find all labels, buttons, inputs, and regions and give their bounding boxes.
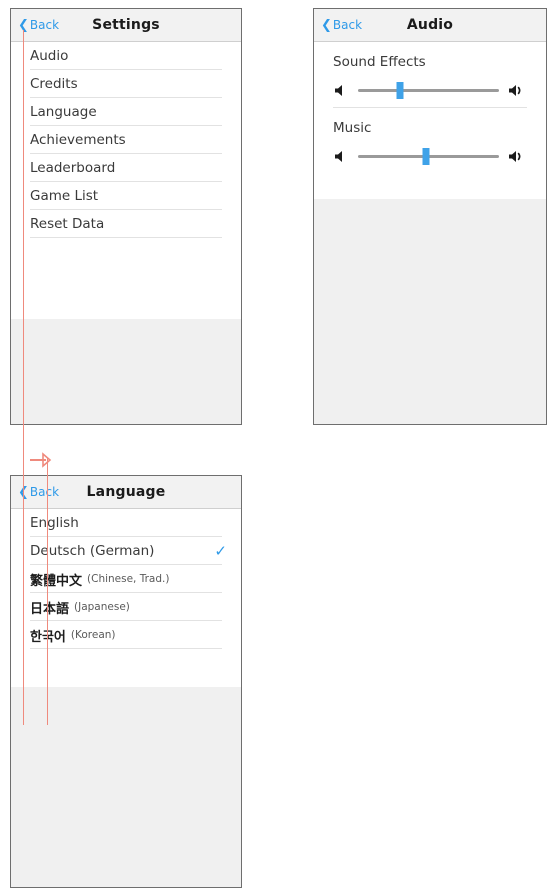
music-label: Music [333, 120, 372, 136]
settings-list: Audio Credits Language Achievements Lead… [11, 42, 241, 262]
sound-effects-group: Sound Effects [314, 42, 546, 108]
language-back-label: Back [29, 485, 60, 499]
flow-line-left [23, 30, 24, 725]
audio-empty-area [314, 199, 546, 424]
music-slider[interactable] [358, 148, 499, 165]
settings-item-language[interactable]: Language [11, 98, 241, 126]
sound-effects-slider-thumb[interactable] [396, 82, 404, 99]
language-item-sublabel: (Japanese) [74, 601, 130, 613]
settings-item-reset-data[interactable]: Reset Data [11, 210, 241, 238]
language-list: English Deutsch (German) ✓ 繁體中文 (Chinese… [11, 509, 241, 673]
settings-item-label: Leaderboard [30, 160, 116, 176]
sound-effects-label: Sound Effects [333, 54, 426, 70]
audio-navbar: ❮ Back Audio [314, 9, 546, 42]
settings-item-label: Game List [30, 188, 99, 204]
settings-item-achievements[interactable]: Achievements [11, 126, 241, 154]
language-item-japanese[interactable]: 日本語 (Japanese) [11, 593, 241, 621]
audio-controls-sheet: Sound Effects Music [314, 42, 546, 199]
language-item-label: 日本語 [30, 601, 70, 617]
flow-line-right [47, 458, 48, 725]
settings-item-label: Achievements [30, 132, 126, 148]
language-item-sublabel: (Chinese, Trad.) [87, 573, 170, 585]
settings-item-game-list[interactable]: Game List [11, 182, 241, 210]
audio-panel: ❮ Back Audio Sound Effects Music [313, 8, 547, 425]
music-slider-thumb[interactable] [422, 148, 430, 165]
settings-list-tail [11, 238, 241, 262]
speaker-high-icon [509, 85, 521, 96]
settings-item-audio[interactable]: Audio [11, 42, 241, 70]
language-item-german[interactable]: Deutsch (German) ✓ [11, 537, 241, 565]
settings-navbar: ❮ Back Settings [11, 9, 241, 42]
language-item-label: 繁體中文 [30, 573, 83, 589]
language-item-sublabel: (Korean) [70, 629, 116, 641]
language-item-label: English [30, 515, 79, 531]
language-item-korean[interactable]: 한국어 (Korean) [11, 621, 241, 649]
settings-item-label: Credits [30, 76, 78, 92]
settings-back-label: Back [29, 18, 60, 32]
settings-item-label: Audio [30, 48, 69, 64]
language-empty-area [11, 687, 241, 887]
audio-back-label: Back [332, 18, 363, 32]
speaker-low-icon [335, 85, 342, 96]
language-item-label: Deutsch (German) [30, 543, 155, 559]
sound-effects-slider-row [314, 82, 546, 99]
settings-list-sheet: Audio Credits Language Achievements Lead… [11, 42, 241, 319]
settings-item-leaderboard[interactable]: Leaderboard [11, 154, 241, 182]
speaker-high-icon [509, 151, 521, 162]
settings-empty-area [11, 319, 241, 424]
language-item-english[interactable]: English [11, 509, 241, 537]
audio-back-button[interactable]: ❮ Back [321, 19, 362, 32]
language-item-chinese-trad[interactable]: 繁體中文 (Chinese, Trad.) [11, 565, 241, 593]
music-slider-row [314, 148, 546, 165]
back-chevron-icon: ❮ [321, 17, 332, 33]
flow-arrow-icon [30, 452, 52, 472]
settings-item-label: Language [30, 104, 97, 120]
sound-effects-slider[interactable] [358, 82, 499, 99]
language-panel: ❮ Back Language English Deutsch (German)… [10, 475, 242, 888]
language-back-button[interactable]: ❮ Back [18, 486, 59, 499]
speaker-low-icon [335, 151, 342, 162]
language-navbar: ❮ Back Language [11, 476, 241, 509]
settings-item-credits[interactable]: Credits [11, 70, 241, 98]
language-list-tail [11, 649, 241, 673]
settings-back-button[interactable]: ❮ Back [18, 19, 59, 32]
settings-item-label: Reset Data [30, 216, 105, 232]
music-group: Music [314, 108, 546, 174]
language-list-sheet: English Deutsch (German) ✓ 繁體中文 (Chinese… [11, 509, 241, 687]
selected-check-icon: ✓ [214, 541, 227, 560]
settings-panel: ❮ Back Settings Audio Credits Language A… [10, 8, 242, 425]
